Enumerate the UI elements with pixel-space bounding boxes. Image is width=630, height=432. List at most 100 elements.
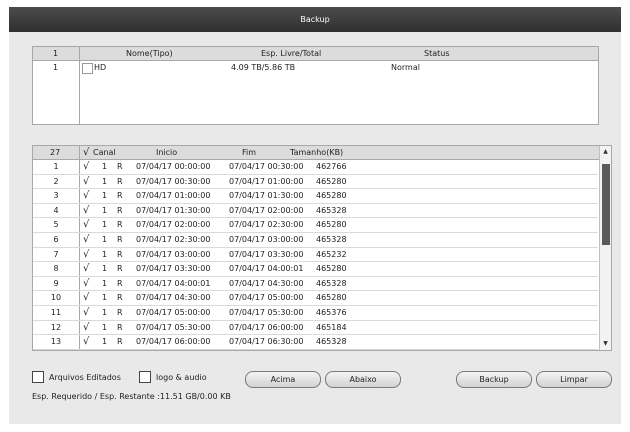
file-row-check[interactable]: √ xyxy=(83,189,89,204)
file-row-index: 11 xyxy=(50,308,62,317)
move-down-button[interactable]: Abaixo xyxy=(325,371,401,388)
window-title: Backup xyxy=(300,15,330,24)
select-all-check[interactable]: √ xyxy=(83,146,89,159)
device-col-index: 1 xyxy=(53,49,59,58)
device-table: 1 Nome(Tipo) Esp. Livre/Total Status 1 H… xyxy=(32,46,599,125)
file-row-size: 465280 xyxy=(316,293,347,303)
scroll-down-icon[interactable]: ▼ xyxy=(600,338,611,350)
file-row-check[interactable]: √ xyxy=(83,248,89,263)
file-row-type: R xyxy=(117,220,123,230)
file-row-index: 4 xyxy=(53,205,59,215)
file-row-check[interactable]: √ xyxy=(83,204,89,219)
device-col-space: Esp. Livre/Total xyxy=(261,49,322,58)
file-row-start: 07/04/17 03:30:00 xyxy=(136,264,211,274)
file-row-size: 465376 xyxy=(316,308,347,317)
file-col-start: Inicio xyxy=(156,148,178,157)
edited-files-label: Arquivos Editados xyxy=(49,373,121,382)
file-row-end: 07/04/17 05:00:00 xyxy=(229,293,304,303)
device-row[interactable]: 1 HD 4.09 TB/5.86 TB Normal xyxy=(33,61,598,74)
file-row-type: R xyxy=(117,205,123,215)
file-row-end: 07/04/17 00:30:00 xyxy=(229,162,304,171)
move-up-button[interactable]: Acima xyxy=(245,371,321,388)
file-row-type: R xyxy=(117,162,123,171)
file-rows: 1 √ 1 R 07/04/17 00:00:00 07/04/17 00:30:00 46… xyxy=(33,160,598,350)
file-table-row[interactable]: 10 √ 1 R 07/04/17 04:30:00 07/04/17 05:00:00 4… xyxy=(33,291,598,306)
file-scrollbar[interactable]: ▲ ▼ xyxy=(599,146,611,350)
scroll-up-icon[interactable]: ▲ xyxy=(600,146,611,158)
file-table-row[interactable]: 12 √ 1 R 07/04/17 05:30:00 07/04/17 06:00:00 4… xyxy=(33,321,598,336)
file-row-start: 07/04/17 02:30:00 xyxy=(136,235,211,244)
file-col-end: Fim xyxy=(242,148,257,157)
file-row-size: 465328 xyxy=(316,337,347,347)
file-table-row[interactable]: 7 √ 1 R 07/04/17 03:00:00 07/04/17 03:30:00 46… xyxy=(33,248,598,263)
backup-panel: 1 Nome(Tipo) Esp. Livre/Total Status 1 H… xyxy=(9,32,621,424)
file-row-end: 07/04/17 02:30:00 xyxy=(229,220,304,230)
file-row-end: 07/04/17 01:00:00 xyxy=(229,176,304,186)
logo-audio-checkbox[interactable] xyxy=(139,371,151,383)
file-row-check[interactable]: √ xyxy=(83,218,89,233)
file-row-channel: 1 xyxy=(102,176,108,186)
file-row-channel: 1 xyxy=(102,249,108,259)
file-table-row[interactable]: 2 √ 1 R 07/04/17 00:30:00 07/04/17 01:00:00 46… xyxy=(33,175,598,190)
clear-button[interactable]: Limpar xyxy=(536,371,612,388)
edited-files-checkbox[interactable] xyxy=(32,371,44,383)
file-table-row[interactable]: 1 √ 1 R 07/04/17 00:00:00 07/04/17 00:30:00 46… xyxy=(33,160,598,175)
file-row-end: 07/04/17 03:30:00 xyxy=(229,249,304,259)
file-row-end: 07/04/17 01:30:00 xyxy=(229,191,304,201)
file-row-check[interactable]: √ xyxy=(83,321,89,336)
file-row-channel: 1 xyxy=(102,264,108,274)
file-col-channel: Canal xyxy=(93,148,116,157)
file-row-end: 07/04/17 03:00:00 xyxy=(229,235,304,244)
file-row-start: 07/04/17 03:00:00 xyxy=(136,249,211,259)
file-row-index: 9 xyxy=(53,278,59,288)
file-table-row[interactable]: 3 √ 1 R 07/04/17 01:00:00 07/04/17 01:30:00 46… xyxy=(33,189,598,204)
file-row-channel: 1 xyxy=(102,308,108,317)
file-table-row[interactable]: 5 √ 1 R 07/04/17 02:00:00 07/04/17 02:30:00 46… xyxy=(33,218,598,233)
file-row-end: 07/04/17 04:30:00 xyxy=(229,278,304,288)
file-row-check[interactable]: √ xyxy=(83,291,89,306)
file-row-end: 07/04/17 02:00:00 xyxy=(229,205,304,215)
file-row-type: R xyxy=(117,308,123,317)
scroll-thumb[interactable] xyxy=(602,164,610,245)
file-table-row[interactable]: 6 √ 1 R 07/04/17 02:30:00 07/04/17 03:00:00 46… xyxy=(33,233,598,248)
file-row-size: 465280 xyxy=(316,191,347,201)
file-row-channel: 1 xyxy=(102,235,108,244)
file-row-check[interactable]: √ xyxy=(83,335,89,350)
device-row-space: 4.09 TB/5.86 TB xyxy=(231,63,296,72)
file-row-start: 07/04/17 00:00:00 xyxy=(136,162,211,171)
file-row-type: R xyxy=(117,176,123,186)
file-table-row[interactable]: 13 √ 1 R 07/04/17 06:00:00 07/04/17 06:30:00 4… xyxy=(33,335,598,350)
backup-button[interactable]: Backup xyxy=(456,371,532,388)
file-row-type: R xyxy=(117,191,123,201)
file-row-size: 465328 xyxy=(316,235,347,244)
file-count: 27 xyxy=(50,148,61,157)
file-row-check[interactable]: √ xyxy=(83,277,89,292)
file-row-type: R xyxy=(117,264,123,274)
device-row-name: HD xyxy=(94,63,107,72)
file-table-row[interactable]: 4 √ 1 R 07/04/17 01:30:00 07/04/17 02:00:00 46… xyxy=(33,204,598,219)
device-col-status: Status xyxy=(424,49,450,58)
file-row-check[interactable]: √ xyxy=(83,160,89,175)
file-row-size: 465184 xyxy=(316,322,347,332)
file-row-index: 6 xyxy=(53,235,59,244)
device-col-name: Nome(Tipo) xyxy=(126,49,173,58)
file-row-index: 3 xyxy=(53,191,59,201)
file-row-check[interactable]: √ xyxy=(83,306,89,321)
file-row-type: R xyxy=(117,278,123,288)
file-row-check[interactable]: √ xyxy=(83,262,89,277)
device-select-checkbox[interactable] xyxy=(82,63,93,74)
file-row-type: R xyxy=(117,322,123,332)
file-row-index: 12 xyxy=(50,322,62,332)
file-table-row[interactable]: 11 √ 1 R 07/04/17 05:00:00 07/04/17 05:30:00 4… xyxy=(33,306,598,321)
file-table: 27 √ Canal Inicio Fim Tamanho(KB) 1 √ 1 R 07… xyxy=(32,145,612,351)
file-table-row[interactable]: 8 √ 1 R 07/04/17 03:30:00 07/04/17 04:00:01 46… xyxy=(33,262,598,277)
file-row-channel: 1 xyxy=(102,337,108,347)
file-row-check[interactable]: √ xyxy=(83,233,89,248)
file-table-row[interactable]: 9 √ 1 R 07/04/17 04:00:01 07/04/17 04:30:00 46… xyxy=(33,277,598,292)
file-row-check[interactable]: √ xyxy=(83,175,89,190)
file-row-index: 8 xyxy=(53,264,59,274)
file-row-size: 465280 xyxy=(316,176,347,186)
file-row-index: 7 xyxy=(53,249,59,259)
device-col-divider xyxy=(79,47,80,124)
file-row-channel: 1 xyxy=(102,191,108,201)
